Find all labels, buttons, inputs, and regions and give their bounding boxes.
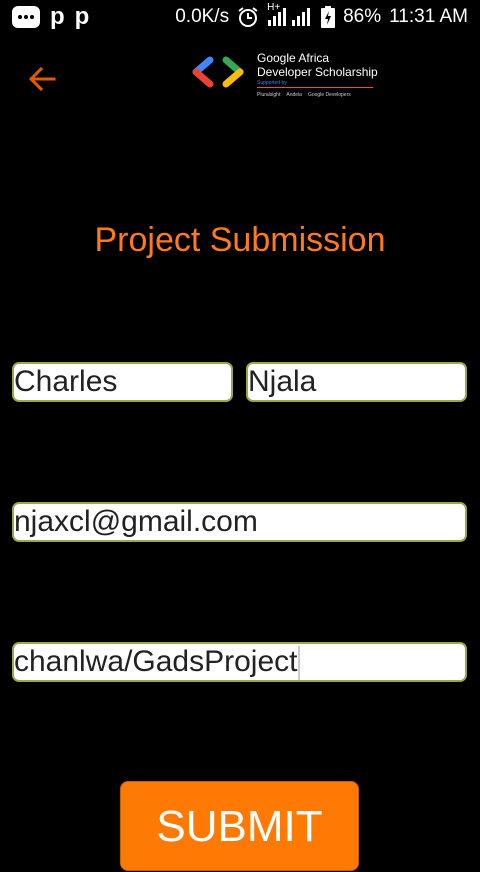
battery-level: 86%: [343, 6, 382, 27]
partner-pluralsight: Pluralsight: [257, 92, 281, 98]
battery-charging-icon: [321, 6, 336, 28]
status-indicators: 0.0K/s H+ 86% 11:31 AM: [175, 2, 468, 28]
first-name-field[interactable]: Charles: [12, 362, 233, 402]
p-notification-icon-2: p: [74, 3, 90, 30]
partner-andela: Andela: [286, 92, 302, 98]
logo-supported-by: Supported by: [257, 80, 287, 86]
last-name-value: Njala: [248, 365, 317, 398]
last-name-field[interactable]: Njala: [246, 362, 467, 402]
arrow-back-icon: [28, 66, 56, 92]
github-link-value: chanlwa/GadsProject: [14, 645, 298, 678]
logo-partners: Pluralsight Andela Google Developers: [257, 92, 351, 98]
logo-divider: [257, 87, 373, 88]
brackets-logo-icon: [192, 56, 244, 88]
partner-google-developers: Google Developers: [307, 92, 351, 98]
back-button[interactable]: [26, 62, 60, 96]
submit-button[interactable]: SUBMIT: [120, 781, 359, 871]
text-cursor: [298, 646, 301, 680]
status-bar: p p 0.0K/s H+ 86% 11:31 AM: [0, 0, 480, 36]
net-speed: 0.0K/s: [175, 6, 230, 27]
signal-icon: H+: [267, 2, 313, 28]
alarm-icon: [238, 7, 258, 27]
gads-logo: Google Africa Developer Scholarship Supp…: [190, 50, 380, 104]
page-title: Project Submission: [94, 221, 386, 259]
notification-icons: p p: [12, 5, 89, 29]
first-name-value: Charles: [14, 365, 118, 398]
logo-title-line1: Google Africa: [257, 51, 330, 65]
p-notification-icon: p: [50, 3, 65, 30]
email-field[interactable]: njaxcl@gmail.com: [12, 502, 467, 542]
github-link-field[interactable]: chanlwa/GadsProject: [12, 642, 467, 682]
logo-title-line2: Developer Scholarship: [257, 65, 378, 79]
chat-notification-icon: [12, 6, 40, 28]
email-value: njaxcl@gmail.com: [14, 505, 258, 538]
clock: 11:31 AM: [389, 6, 468, 27]
